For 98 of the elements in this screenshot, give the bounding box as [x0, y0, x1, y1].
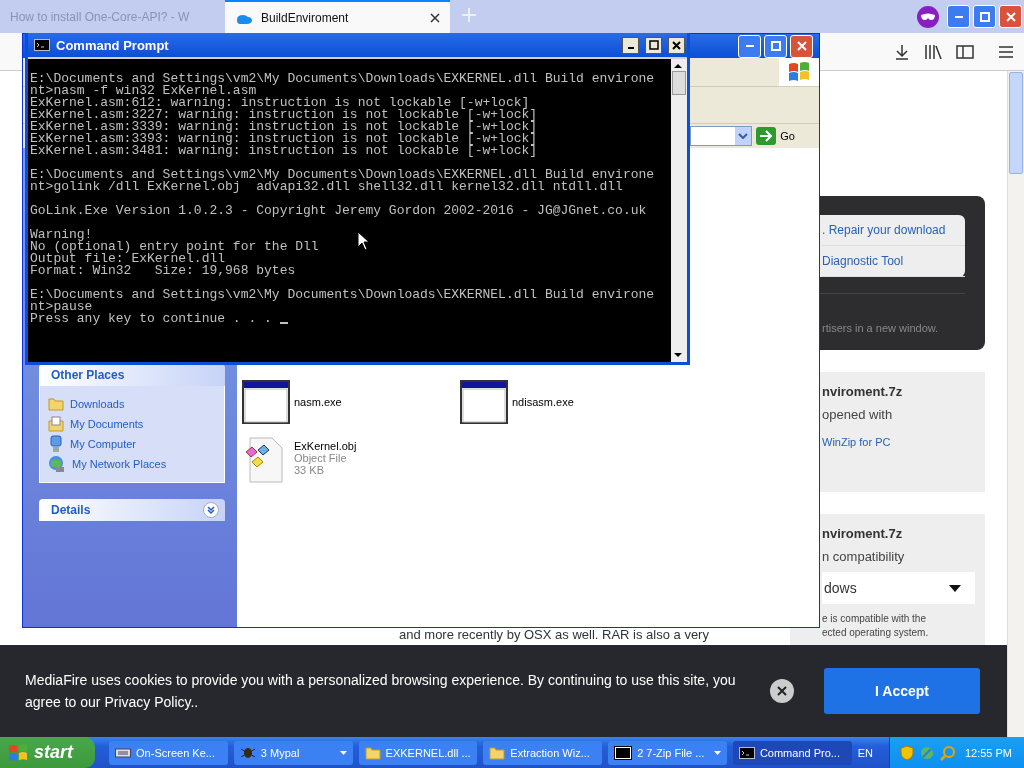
console-line: E:\Documents and Settings\vm2\My Documents\Downloads\EXKERNEL.dll Build environe: [30, 169, 655, 181]
chevron-icon[interactable]: [203, 502, 219, 518]
bug-icon: [239, 745, 256, 760]
place-link[interactable]: Downloads: [70, 398, 125, 410]
console-line: ExKernel.asm:3227: warning: instruction is not lockable [-w+lock]: [30, 109, 538, 121]
maximize-button[interactable]: [645, 36, 662, 54]
file-size: 33 KB: [294, 464, 325, 476]
maximize-icon: [648, 40, 659, 50]
folder-icon: [364, 745, 381, 760]
accept-button[interactable]: I Accept: [824, 668, 980, 714]
minimize-icon: [745, 45, 754, 47]
caret-icon: [339, 750, 347, 755]
network-icon: [48, 455, 66, 473]
start-button[interactable]: start: [0, 737, 96, 768]
caret-icon: [949, 584, 961, 592]
caret-icon: [713, 750, 721, 755]
windows-logo-icon: [788, 62, 810, 82]
close-icon: [1005, 11, 1016, 22]
clock: 12:55 PM: [964, 746, 1013, 759]
console-line: E:\Documents and Settings\vm2\My Documents\Downloads\EXKERNEL.dll Build environe: [30, 73, 655, 85]
console-line: nt>pause: [30, 301, 93, 313]
program-window-icon: [242, 380, 290, 424]
body-text: and more recently by OSX as well. RAR is also a very: [399, 627, 709, 642]
maximize-icon: [770, 41, 781, 51]
taskbar-button[interactable]: 3 Mypal: [233, 740, 353, 765]
close-icon: [796, 41, 807, 51]
card-text: n compatibility: [822, 549, 906, 564]
help-link[interactable]: Diagnostic Tool: [822, 246, 965, 277]
console-line: ExKernel.asm:3339: warning: instruction is not lockable [-w+lock]: [30, 121, 538, 133]
maximize-icon: [979, 11, 990, 22]
file-name[interactable]: ndisasm.exe: [512, 396, 574, 408]
file-name[interactable]: nasm.exe: [294, 396, 342, 408]
console-line: GoLink.Exe Version 1.0.2.3 - Copyright Jeremy Gordon 2002-2016 - JG@JGnet.co.uk: [30, 205, 647, 217]
address-field[interactable]: [690, 126, 753, 146]
dropdown-icon[interactable]: [738, 133, 749, 139]
taskbar-button[interactable]: On-Screen Ke...: [109, 740, 228, 765]
console-line: ExKernel.asm:3393: warning: instruction is not lockable [-w+lock]: [30, 133, 538, 145]
cookie-text: MediaFire uses cookies to provide you with a personalized browsing experience. By continuing to use this site, you agree to our Privacy Policy..: [25, 671, 737, 712]
place-link[interactable]: My Computer: [70, 438, 137, 450]
console-line: nt>nasm -f win32 ExKernel.asm: [30, 85, 257, 97]
console-line: Format: Win32 Size: 19,968 bytes: [30, 265, 296, 277]
go-button[interactable]: Go: [756, 127, 795, 145]
folder-icon: [489, 745, 506, 760]
console-icon: [738, 746, 755, 759]
documents-icon: [48, 416, 64, 432]
file-type: Object File: [294, 452, 348, 464]
window-title: Command Prompt: [56, 37, 170, 53]
language-indicator[interactable]: EN: [857, 746, 873, 759]
close-icon: [672, 40, 681, 50]
place-link[interactable]: My Documents: [70, 418, 144, 430]
keyboard-icon: [115, 746, 132, 759]
folder-icon: [48, 397, 64, 411]
console-line: Output file: ExKernel.dll: [30, 253, 226, 265]
minimize-icon: [954, 15, 963, 18]
minimize-button[interactable]: [622, 36, 639, 54]
close-tab-icon[interactable]: [430, 12, 440, 23]
private-mask-icon: [917, 6, 939, 28]
console-line: Press any key to continue . . .: [30, 313, 273, 325]
console-icon: [34, 39, 50, 51]
console-line: Warning!: [30, 229, 93, 241]
program-window-icon: [460, 380, 508, 424]
console-line: ExKernel.asm:3481: warning: instruction is not lockable [-w+lock]: [30, 145, 538, 157]
console-line: nt>golink /dll ExKernel.obj advapi32.dll shell32.dll kernel32.dll ntdll.dll: [30, 181, 623, 193]
scrollbar[interactable]: [671, 59, 687, 362]
minimize-icon: [627, 47, 634, 49]
card-text: opened with: [822, 407, 894, 422]
compat-note: e is compatible with the ected operating system.: [822, 612, 930, 640]
text-cursor: [279, 322, 288, 324]
console-line: ExKernel.asm:612: warning: instruction is not lockable [-w+lock]: [30, 97, 530, 109]
details-title: Details: [51, 503, 91, 517]
computer-icon: [48, 435, 64, 453]
other-places-header[interactable]: Other Places: [39, 364, 225, 386]
sidebar-icon[interactable]: [956, 43, 974, 60]
taskbar-button[interactable]: Extraction Wiz...: [483, 740, 603, 765]
os-select[interactable]: dows: [822, 572, 975, 604]
taskbar-button[interactable]: Command Pro...: [732, 740, 852, 765]
library-icon[interactable]: [924, 43, 942, 60]
mouse-pointer-icon: [357, 231, 369, 251]
console-line: No (optional) entry point for the Dll: [30, 241, 319, 253]
download-icon[interactable]: [894, 43, 910, 60]
card-title: nviroment.7z: [822, 526, 904, 541]
taskbar-button[interactable]: 2 7-Zip File ...: [608, 740, 727, 765]
close-icon: [777, 686, 787, 696]
scrollbar[interactable]: [1007, 71, 1024, 737]
windows-logo-icon: [8, 743, 28, 762]
scroll-thumb[interactable]: [672, 71, 686, 95]
app-link[interactable]: WinZip for PC: [822, 430, 985, 478]
browser-tab[interactable]: BuildEnviroment: [225, 0, 450, 33]
console-line: E:\Documents and Settings\vm2\My Documents\Downloads\EXKERNEL.dll Build environe: [30, 289, 655, 301]
help-link[interactable]: . Repair your download: [822, 215, 965, 246]
file-name[interactable]: ExKernel.obj: [294, 440, 357, 452]
card-title: nviroment.7z: [822, 384, 904, 399]
close-button[interactable]: [668, 36, 685, 54]
taskbar-button[interactable]: EXKERNEL.dll ...: [358, 740, 478, 765]
menu-icon[interactable]: [998, 44, 1014, 59]
close-button[interactable]: [770, 679, 794, 703]
details-header[interactable]: Details: [39, 499, 225, 521]
place-link[interactable]: My Network Places: [72, 458, 167, 470]
